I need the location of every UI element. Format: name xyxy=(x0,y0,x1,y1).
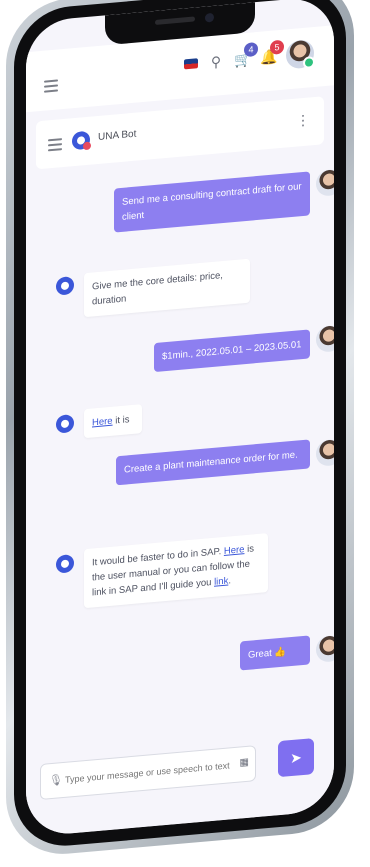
chat-menu-icon[interactable] xyxy=(48,138,62,152)
mic-icon[interactable]: 🎙 xyxy=(49,773,63,787)
user-message-avatar xyxy=(316,634,334,663)
phone-frame: ⚲ 🛒 4 🔔 5 UNA Bot ⋮ Send me a consulting xyxy=(6,0,354,859)
kebab-icon[interactable]: ⋮ xyxy=(296,111,310,129)
bot-link[interactable]: Here xyxy=(224,544,245,557)
user-avatar[interactable] xyxy=(286,39,315,70)
composer: 🎙 ▦ ➤ xyxy=(26,726,334,838)
flag-icon[interactable] xyxy=(184,58,198,70)
user-message-avatar xyxy=(316,324,334,353)
online-status-dot xyxy=(303,55,315,70)
user-message-avatar xyxy=(316,168,334,197)
cart-icon[interactable]: 🛒 4 xyxy=(234,41,258,68)
attach-icon[interactable]: ▦ xyxy=(240,757,249,769)
bot-message: It would be faster to do in SAP. Here is… xyxy=(84,533,268,609)
hamburger-icon[interactable] xyxy=(44,79,58,93)
notification-badge: 5 xyxy=(270,39,284,55)
bot-message-text: it is xyxy=(112,414,130,427)
search-icon[interactable]: ⚲ xyxy=(208,53,224,70)
user-message: Great 👍 xyxy=(240,635,310,671)
bot-link[interactable]: Here xyxy=(92,416,113,429)
bot-message: Here it is xyxy=(84,404,142,439)
bell-icon[interactable]: 🔔 5 xyxy=(260,39,284,66)
bot-message: Give me the core details: price, duratio… xyxy=(84,258,250,318)
message-input-box: 🎙 ▦ xyxy=(40,745,256,801)
user-message-avatar xyxy=(316,438,334,467)
bot-link[interactable]: link xyxy=(214,576,228,588)
bot-avatar xyxy=(72,130,91,151)
send-icon: ➤ xyxy=(290,749,302,767)
speaker-grill xyxy=(155,16,195,25)
bot-message-avatar xyxy=(56,554,74,574)
bot-message-avatar xyxy=(56,276,74,296)
header-actions: ⚲ 🛒 4 🔔 5 xyxy=(184,39,315,78)
user-message: Create a plant maintenance order for me. xyxy=(116,439,310,486)
send-button[interactable]: ➤ xyxy=(278,738,314,778)
user-message: Send me a consulting contract draft for … xyxy=(114,171,310,233)
phone-bezel: ⚲ 🛒 4 🔔 5 UNA Bot ⋮ Send me a consulting xyxy=(14,0,346,851)
bot-message-avatar xyxy=(56,414,74,434)
chat-title: UNA Bot xyxy=(98,128,137,143)
app-screen: ⚲ 🛒 4 🔔 5 UNA Bot ⋮ Send me a consulting xyxy=(26,0,334,838)
user-message: $1min., 2022.05.01 – 2023.05.01 xyxy=(154,329,310,373)
cart-badge: 4 xyxy=(244,41,258,58)
front-camera xyxy=(205,12,214,23)
bot-message-text: . xyxy=(228,575,231,587)
message-input[interactable] xyxy=(63,754,232,792)
